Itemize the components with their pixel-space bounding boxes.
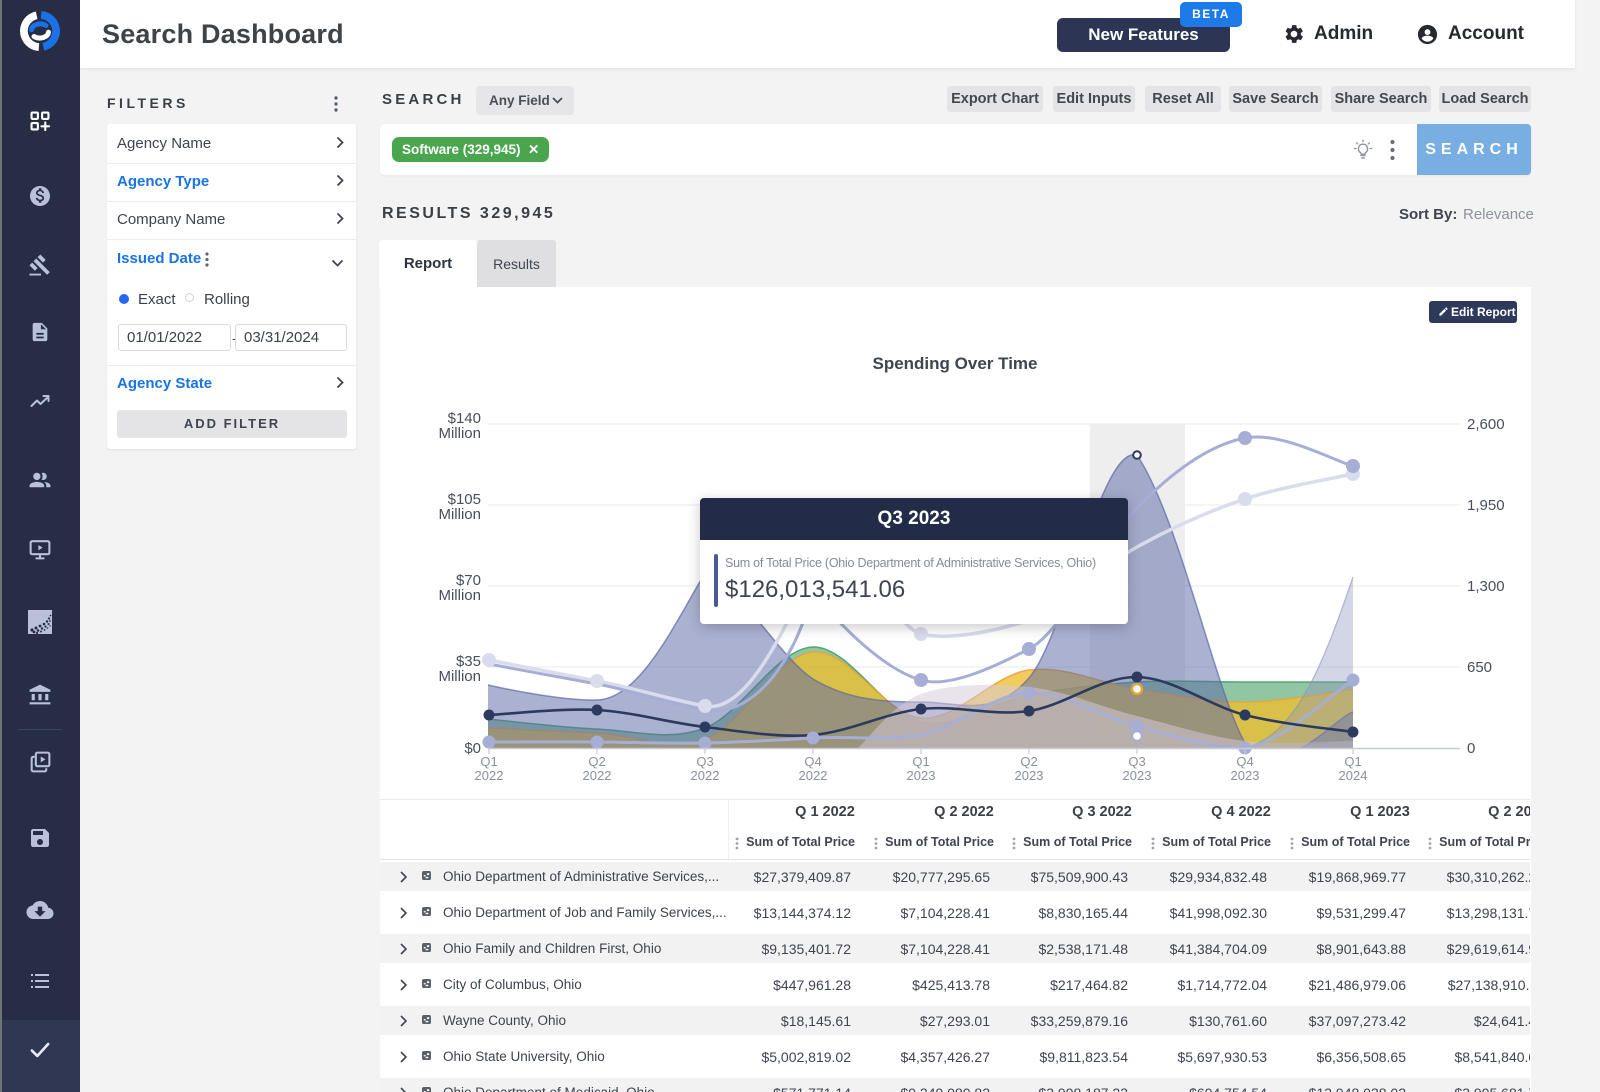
svg-text:Million: Million — [438, 668, 481, 685]
svg-text:2022: 2022 — [583, 768, 612, 783]
svg-text:Q4: Q4 — [1236, 754, 1253, 769]
svg-text:Q3: Q3 — [1128, 754, 1145, 769]
svg-text:Q1: Q1 — [1344, 754, 1361, 769]
svg-text:Q2: Q2 — [1020, 754, 1037, 769]
svg-text:0: 0 — [1467, 740, 1475, 757]
svg-text:Million: Million — [438, 425, 481, 442]
svg-text:2023: 2023 — [1231, 768, 1260, 783]
svg-text:Q2: Q2 — [588, 754, 605, 769]
svg-text:2022: 2022 — [475, 768, 504, 783]
svg-text:Q4: Q4 — [804, 754, 821, 769]
svg-text:Million: Million — [438, 587, 481, 604]
svg-text:Q1: Q1 — [480, 754, 497, 769]
svg-text:650: 650 — [1467, 659, 1492, 676]
svg-text:2022: 2022 — [799, 768, 828, 783]
svg-text:2023: 2023 — [1123, 768, 1152, 783]
svg-text:2023: 2023 — [907, 768, 936, 783]
svg-text:2024: 2024 — [1339, 768, 1368, 783]
svg-text:2,600: 2,600 — [1467, 416, 1505, 433]
svg-text:$0: $0 — [464, 740, 481, 757]
svg-text:2022: 2022 — [691, 768, 720, 783]
svg-text:1,300: 1,300 — [1467, 578, 1505, 595]
svg-text:Q1: Q1 — [912, 754, 929, 769]
svg-text:2023: 2023 — [1015, 768, 1044, 783]
svg-text:1,950: 1,950 — [1467, 497, 1505, 514]
svg-text:Million: Million — [438, 506, 481, 523]
svg-text:Q3: Q3 — [696, 754, 713, 769]
